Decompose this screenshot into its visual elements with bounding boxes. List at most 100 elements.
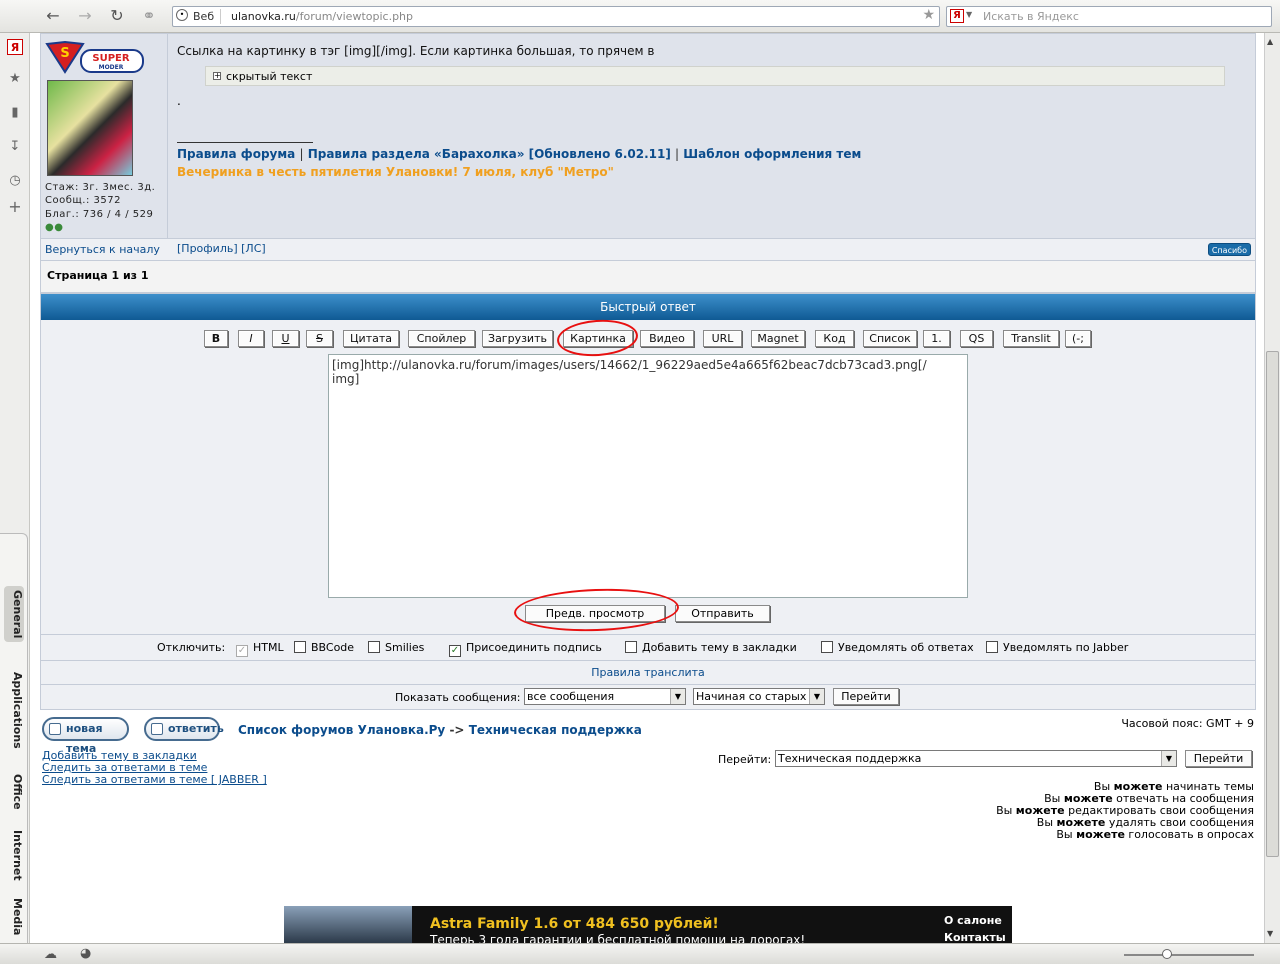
jump-select[interactable]: Техническая поддержка ▼	[775, 750, 1177, 767]
chevron-down-icon[interactable]: ▼	[966, 10, 972, 19]
chevron-down-icon[interactable]: ▼	[1161, 751, 1176, 766]
url-path: /forum/viewtopic.php	[295, 10, 414, 23]
bbcode-checkbox[interactable]	[294, 641, 306, 653]
add-panel-icon[interactable]: +	[7, 199, 23, 215]
scroll-down-icon[interactable]: ▼	[1267, 929, 1273, 938]
chevron-down-icon[interactable]: ▼	[809, 689, 824, 704]
scroll-thumb[interactable]	[1266, 351, 1279, 857]
signature-checkbox[interactable]: ✓	[449, 645, 461, 657]
breadcrumb-current[interactable]: Техническая поддержка	[469, 723, 642, 737]
upload-button[interactable]: Загрузить	[482, 330, 553, 347]
bookmark-star-icon[interactable]: ★	[922, 7, 935, 23]
section-rules-link[interactable]: Правила раздела «Барахолка» [Обновлено 6…	[308, 147, 671, 161]
download-icon[interactable]: ↧	[7, 139, 23, 155]
reload-icon[interactable]: ↻	[106, 6, 128, 26]
option-html[interactable]: ✓ HTML	[236, 641, 284, 657]
ad-banner[interactable]: Astra Family 1.6 от 484 650 рублей! Тепе…	[284, 906, 1012, 943]
bookmark-checkbox[interactable]	[625, 641, 637, 653]
reply-button[interactable]: ответить	[144, 717, 224, 741]
notes-icon[interactable]: ▮	[7, 105, 23, 121]
show-messages-select[interactable]: все сообщения ▼	[524, 688, 686, 705]
party-announcement-link[interactable]: Вечеринка в честь пятилетия Улановки! 7 …	[177, 165, 614, 179]
option-jabber[interactable]: Уведомлять по Jabber	[986, 641, 1128, 654]
translit-button[interactable]: Translit	[1003, 330, 1059, 347]
key-icon[interactable]: ⚭	[138, 6, 160, 26]
magnet-button[interactable]: Magnet	[751, 330, 805, 347]
list-button[interactable]: Список	[863, 330, 917, 347]
spoiler-button[interactable]: Спойлер	[408, 330, 475, 347]
badge-top-text: SUPER	[92, 53, 129, 64]
star-icon[interactable]: ★	[7, 71, 23, 87]
template-link[interactable]: Шаблон оформления тем	[683, 147, 861, 161]
forward-icon[interactable]: →	[74, 6, 96, 26]
tab-media[interactable]: Media	[4, 898, 24, 935]
profile-pm-links[interactable]: [Профиль] [ЛС]	[177, 242, 266, 255]
qs-button[interactable]: QS	[960, 330, 993, 347]
ad-about-link[interactable]: О салоне	[944, 914, 1002, 927]
option-notify[interactable]: Уведомлять об ответах	[821, 641, 974, 654]
smilies-checkbox[interactable]	[368, 641, 380, 653]
bold-button[interactable]: B	[204, 330, 228, 347]
jabber-label: Уведомлять по Jabber	[1003, 641, 1129, 654]
pagination-bar: Страница 1 из 1	[40, 261, 1256, 293]
back-to-top-link[interactable]: Вернуться к началу	[45, 243, 160, 256]
translit-rules-link[interactable]: Правила транслита	[591, 666, 705, 679]
jabber-checkbox[interactable]	[986, 641, 998, 653]
sort-order-select[interactable]: Начиная со старых ▼	[693, 688, 825, 705]
ad-car-image	[284, 906, 412, 943]
back-icon[interactable]: ←	[42, 6, 64, 26]
expand-plus-icon[interactable]: +	[213, 72, 221, 80]
message-textarea[interactable]: [img]http://ulanovka.ru/forum/images/use…	[328, 354, 968, 598]
go-button[interactable]: Перейти	[833, 688, 899, 705]
jump-go-button[interactable]: Перейти	[1185, 750, 1252, 767]
strike-button[interactable]: S	[306, 330, 333, 347]
option-bbcode[interactable]: BBCode	[294, 641, 354, 654]
underline-button[interactable]: U	[272, 330, 299, 347]
option-signature[interactable]: ✓ Присоединить подпись	[449, 641, 602, 657]
scroll-up-icon[interactable]: ▲	[1267, 37, 1273, 46]
new-topic-button[interactable]: новая тема	[42, 717, 129, 755]
video-button[interactable]: Видео	[640, 330, 694, 347]
speedometer-icon[interactable]: ◕	[80, 946, 91, 961]
yandex-sidebar-icon[interactable]: Я	[7, 39, 23, 55]
address-bar[interactable]: • Веб ulanovka.ru/forum/viewtopic.php ★	[172, 6, 940, 27]
tab-applications[interactable]: Applications	[4, 672, 24, 749]
hidden-text-spoiler[interactable]: + скрытый текст	[205, 66, 1225, 86]
disable-label: Отключить:	[157, 641, 226, 654]
smilies-label: Smilies	[385, 641, 425, 654]
quote-button[interactable]: Цитата	[343, 330, 399, 347]
option-smilies[interactable]: Smilies	[368, 641, 424, 654]
notify-checkbox[interactable]	[821, 641, 833, 653]
zoom-knob[interactable]	[1162, 949, 1172, 959]
search-box[interactable]: Я ▼ Искать в Яндекс	[946, 6, 1272, 27]
smiley-button[interactable]: (-;	[1065, 330, 1091, 347]
tab-internet[interactable]: Internet	[4, 830, 24, 881]
show-messages-value: все сообщения	[527, 690, 615, 703]
html-checkbox[interactable]: ✓	[236, 645, 248, 657]
sig-separator: |	[675, 147, 680, 161]
watch-topic-jabber-link[interactable]: Следить за ответами в теме [ JABBER ]	[42, 773, 267, 786]
jump-label: Перейти:	[718, 753, 772, 766]
breadcrumb-root[interactable]: Список форумов Улановка.Ру	[238, 723, 445, 737]
history-clock-icon[interactable]: ◷	[7, 173, 23, 189]
tab-office[interactable]: Office	[4, 774, 24, 810]
perm-bold: можете	[1076, 828, 1125, 841]
forum-rules-link[interactable]: Правила форума	[177, 147, 295, 161]
option-bookmark[interactable]: Добавить тему в закладки	[625, 641, 797, 654]
numbered-list-button[interactable]: 1.	[923, 330, 950, 347]
url-button[interactable]: URL	[703, 330, 742, 347]
tab-general[interactable]: General	[4, 586, 24, 643]
ad-contacts-link[interactable]: Контакты	[944, 931, 1006, 943]
italic-button[interactable]: I	[238, 330, 264, 347]
url-text[interactable]: ulanovka.ru/forum/viewtopic.php	[231, 10, 413, 23]
page-content: S SUPER MODER Стаж: 3г. 3мес. 3д. Сообщ.…	[30, 33, 1264, 943]
code-button[interactable]: Код	[815, 330, 854, 347]
zoom-slider[interactable]	[1124, 949, 1254, 959]
vertical-scrollbar[interactable]: ▲ ▼	[1264, 33, 1280, 943]
chevron-down-icon[interactable]: ▼	[670, 689, 685, 704]
cloud-icon[interactable]: ☁	[44, 947, 57, 962]
submit-button[interactable]: Отправить	[675, 605, 770, 622]
show-messages-label: Показать сообщения:	[395, 691, 521, 704]
badge-bottom-text: MODER	[99, 64, 124, 71]
thanks-button[interactable]: Спасибо	[1207, 243, 1251, 256]
